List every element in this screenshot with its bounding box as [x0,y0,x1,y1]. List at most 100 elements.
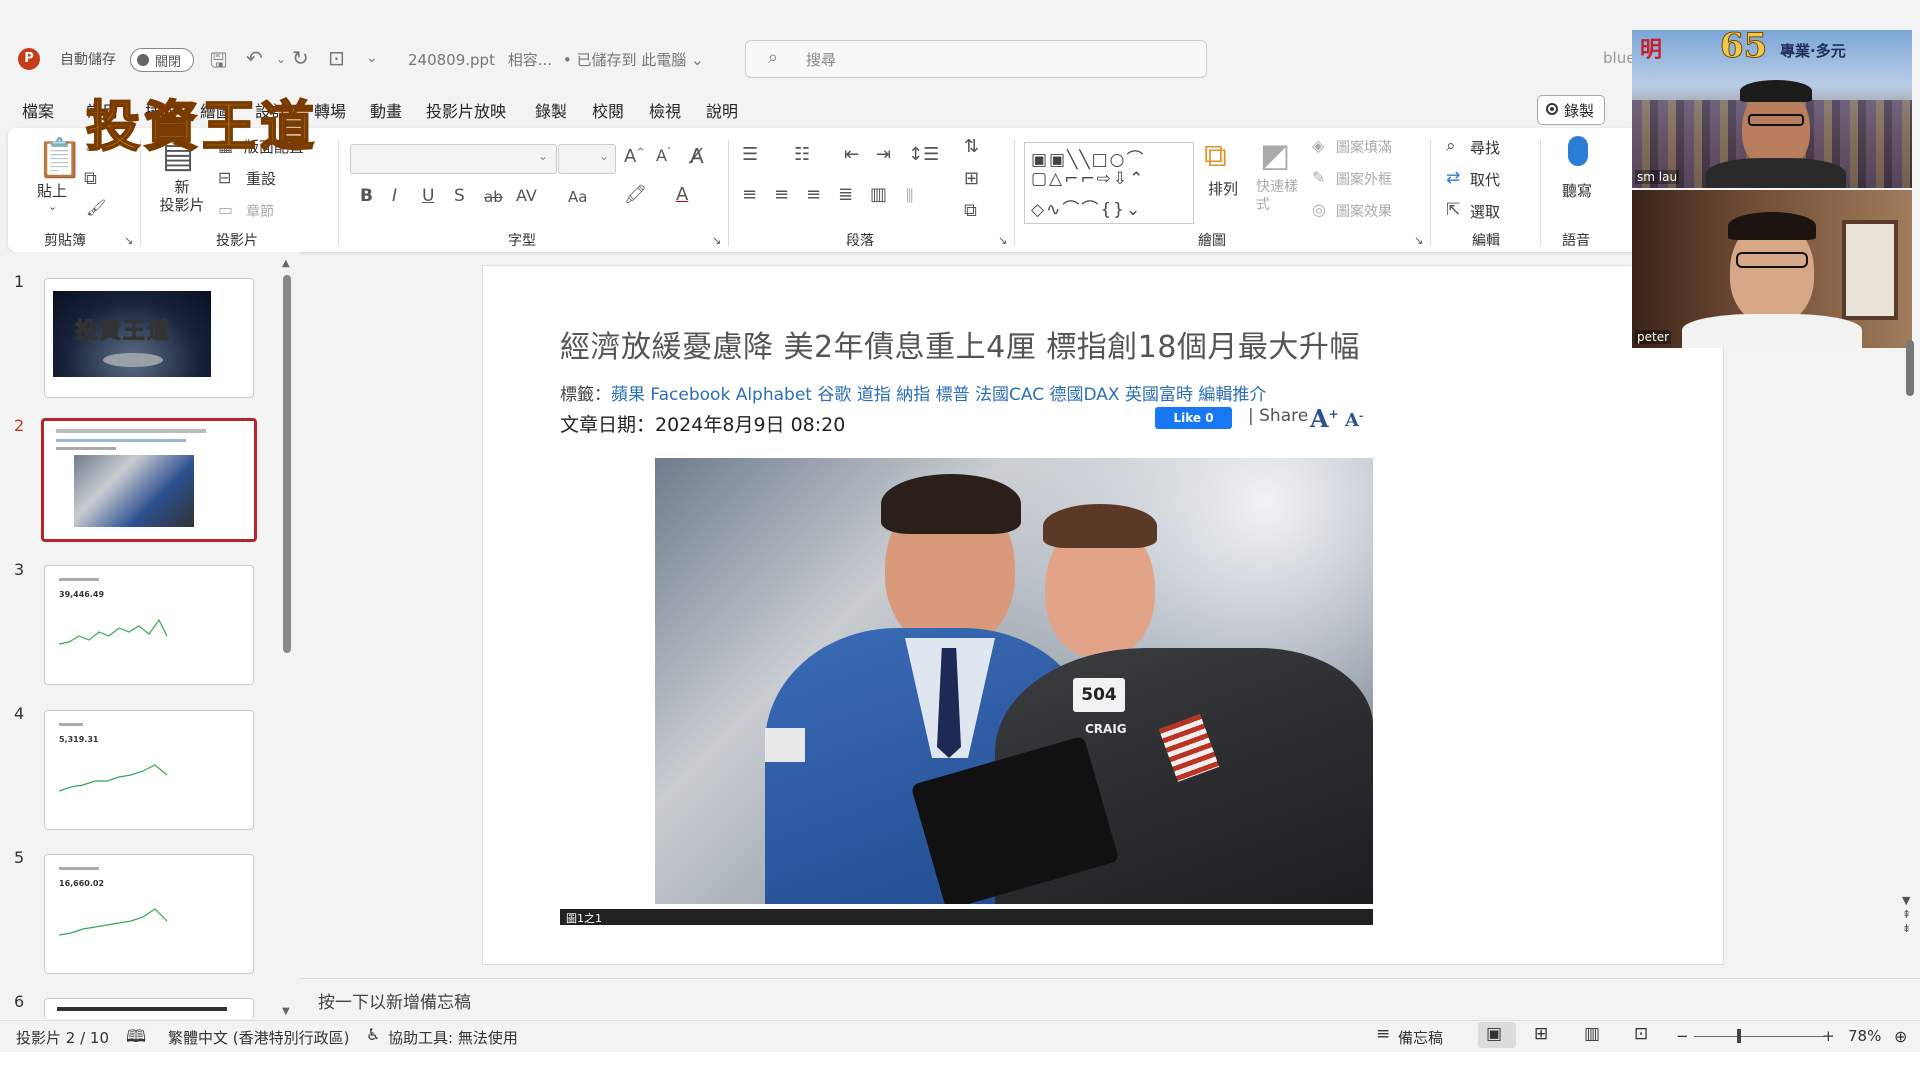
italic-icon[interactable]: I [392,186,397,206]
tag-link[interactable]: 蘋果 [611,385,645,405]
shadow-icon[interactable]: S [454,186,465,206]
replace-button[interactable]: 取代 [1470,169,1500,190]
char-spacing-icon[interactable]: AV [516,186,537,205]
spell-check-icon[interactable]: 🕮 [126,1024,146,1053]
reset-icon[interactable]: ⊟ [218,168,231,187]
columns-icon[interactable]: ⫼ [906,186,913,206]
replace-icon[interactable]: ⇄ [1446,168,1460,188]
font-decrease-icon[interactable]: A- [1345,410,1363,431]
shape-effects-button[interactable]: 圖案效果 [1336,201,1392,221]
slide-title[interactable]: 經濟放緩憂慮降 美2年債息重上4厘 標指創18個月最大升幅 [560,322,1360,366]
redo-icon[interactable]: ↻ [292,46,309,70]
document-title[interactable]: 240809.ppt 相容... • 已儲存到 此電腦 ⌄ [408,49,704,70]
search-input[interactable]: ⌕ 搜尋 [745,40,1207,78]
align-text-icon[interactable]: ⊞ [964,168,979,189]
tab-help[interactable]: 說明 [706,98,738,122]
share-link[interactable]: | Share [1248,406,1308,426]
slide-thumbnail-1[interactable]: 投資王道 [44,278,254,398]
decrease-font-icon[interactable]: Aˇ [656,146,671,165]
notes-toggle[interactable]: 備忘稿 [1398,1027,1443,1048]
line-spacing-icon[interactable]: ↕☰ [908,144,939,165]
paste-dropdown-icon[interactable]: ⌄ [48,200,57,213]
accessibility-icon[interactable]: ♿ [366,1025,380,1044]
distributed-icon[interactable]: ▥ [870,184,887,205]
quick-styles-icon[interactable]: ◩ [1260,136,1290,174]
smartart-icon[interactable]: ⧉ [964,200,977,221]
paste-button[interactable]: 貼上 [37,180,67,201]
slide-thumbnail-4[interactable]: 5,319.31 [44,710,254,830]
fit-to-window-icon[interactable]: ⊕ [1894,1027,1907,1046]
strikethrough-icon[interactable]: ab [484,188,503,206]
microphone-icon[interactable] [1568,136,1588,166]
shapes-row-3[interactable]: ◇∿⌒⌒{}⌄ [1031,195,1142,220]
section-icon[interactable]: ▭ [218,200,233,219]
font-increase-icon[interactable]: A+ [1310,404,1339,433]
tab-file[interactable]: 檔案 [22,98,54,122]
copy-icon[interactable]: ⧉ [84,168,97,189]
paste-icon[interactable]: 📋 [36,136,83,181]
shapes-row-2[interactable]: ▢△⌐⌐⇨⇩⌃ [1031,169,1145,189]
notes-icon[interactable]: ≡ [1376,1024,1390,1044]
arrange-button[interactable]: 排列 [1208,178,1238,199]
slide-thumbnail-5[interactable]: 16,660.02 [44,854,254,974]
format-painter-icon[interactable]: 🖌 [86,198,106,217]
font-color-icon[interactable]: A [676,184,688,205]
slide-thumbnail-3[interactable]: 39,446.49 [44,565,254,685]
autosave-toggle[interactable]: 關閉 [130,48,194,72]
record-button[interactable]: 錄製 [1537,95,1605,125]
zoom-in-icon[interactable]: + [1822,1027,1835,1045]
shape-fill-icon[interactable]: ◈ [1312,136,1324,155]
dialog-launcher-icon[interactable]: ↘ [712,234,721,247]
highlight-icon[interactable]: 🖍 [624,184,647,205]
shape-fill-button[interactable]: 圖案填滿 [1336,137,1392,157]
notes-placeholder[interactable]: 按一下以新增備忘稿 [318,988,471,1013]
tag-link[interactable]: 標普 [936,385,970,405]
scroll-down-icon[interactable]: ▼ [282,1006,290,1017]
increase-indent-icon[interactable]: ⇥ [876,144,891,165]
slide-thumbnail-6[interactable] [44,998,254,1019]
decrease-indent-icon[interactable]: ⇤ [844,144,859,165]
font-name-select[interactable]: ⌄ [350,144,557,174]
video-tile-participant-2[interactable]: peter [1632,190,1912,348]
shape-effects-icon[interactable]: ◎ [1312,200,1326,219]
tag-link[interactable]: 谷歌 [817,385,851,405]
align-center-icon[interactable]: ≡ [774,184,789,205]
shape-outline-button[interactable]: 圖案外框 [1336,169,1392,189]
tag-link[interactable]: 道指 [857,385,891,405]
bold-icon[interactable]: B [360,186,373,206]
tab-review[interactable]: 校閱 [592,98,624,122]
shapes-gallery[interactable]: ▣▣╲╲□○⌒ ▢△⌐⌐⇨⇩⌃ ◇∿⌒⌒{}⌄ [1024,142,1194,224]
justify-icon[interactable]: ≣ [838,184,853,205]
shapes-row-1[interactable]: ▣▣╲╲□○⌒ [1031,145,1146,170]
zoom-slider-track[interactable] [1694,1036,1824,1037]
quick-styles-button[interactable]: 快速樣式 [1256,178,1298,214]
undo-dropdown-icon[interactable]: ⌄ [276,52,286,66]
font-size-select[interactable]: ⌄ [558,144,616,174]
tab-view[interactable]: 檢視 [649,98,681,122]
find-icon[interactable]: ⌕ [1446,136,1456,156]
select-icon[interactable]: ⇱ [1446,200,1460,220]
section-button[interactable]: 章節 [246,201,274,221]
undo-icon[interactable]: ↶ [246,46,263,70]
numbering-icon[interactable]: ☷ [794,144,810,165]
tag-link[interactable]: Facebook [650,385,730,405]
save-icon[interactable]: 🖫 [210,46,227,80]
next-slide-icon[interactable]: ▼ ⇞ ⇟ [1902,894,1911,936]
start-slideshow-icon[interactable]: ⊡ [328,46,345,70]
slideshow-view-icon[interactable]: ⊡ [1634,1024,1648,1044]
customize-qat-icon[interactable]: ⌄ [366,50,378,66]
new-slide-button[interactable]: 新 投影片 [152,178,212,214]
arrange-icon[interactable]: ⧉ [1204,136,1227,175]
tag-link[interactable]: 法國CAC [975,385,1044,405]
zoom-slider-thumb[interactable] [1737,1029,1741,1043]
find-button[interactable]: 尋找 [1470,137,1500,158]
dialog-launcher-icon[interactable]: ↘ [998,234,1007,247]
tag-link[interactable]: 德國DAX [1049,385,1119,405]
normal-view-icon[interactable]: ▣ [1486,1024,1502,1044]
bullets-icon[interactable]: ☰ [742,144,758,165]
notes-pane[interactable] [300,978,1920,1021]
tab-record[interactable]: 錄製 [535,98,567,122]
underline-icon[interactable]: U [422,186,434,206]
tab-slideshow[interactable]: 投影片放映 [426,98,506,122]
increase-font-icon[interactable]: A^ [624,146,645,167]
